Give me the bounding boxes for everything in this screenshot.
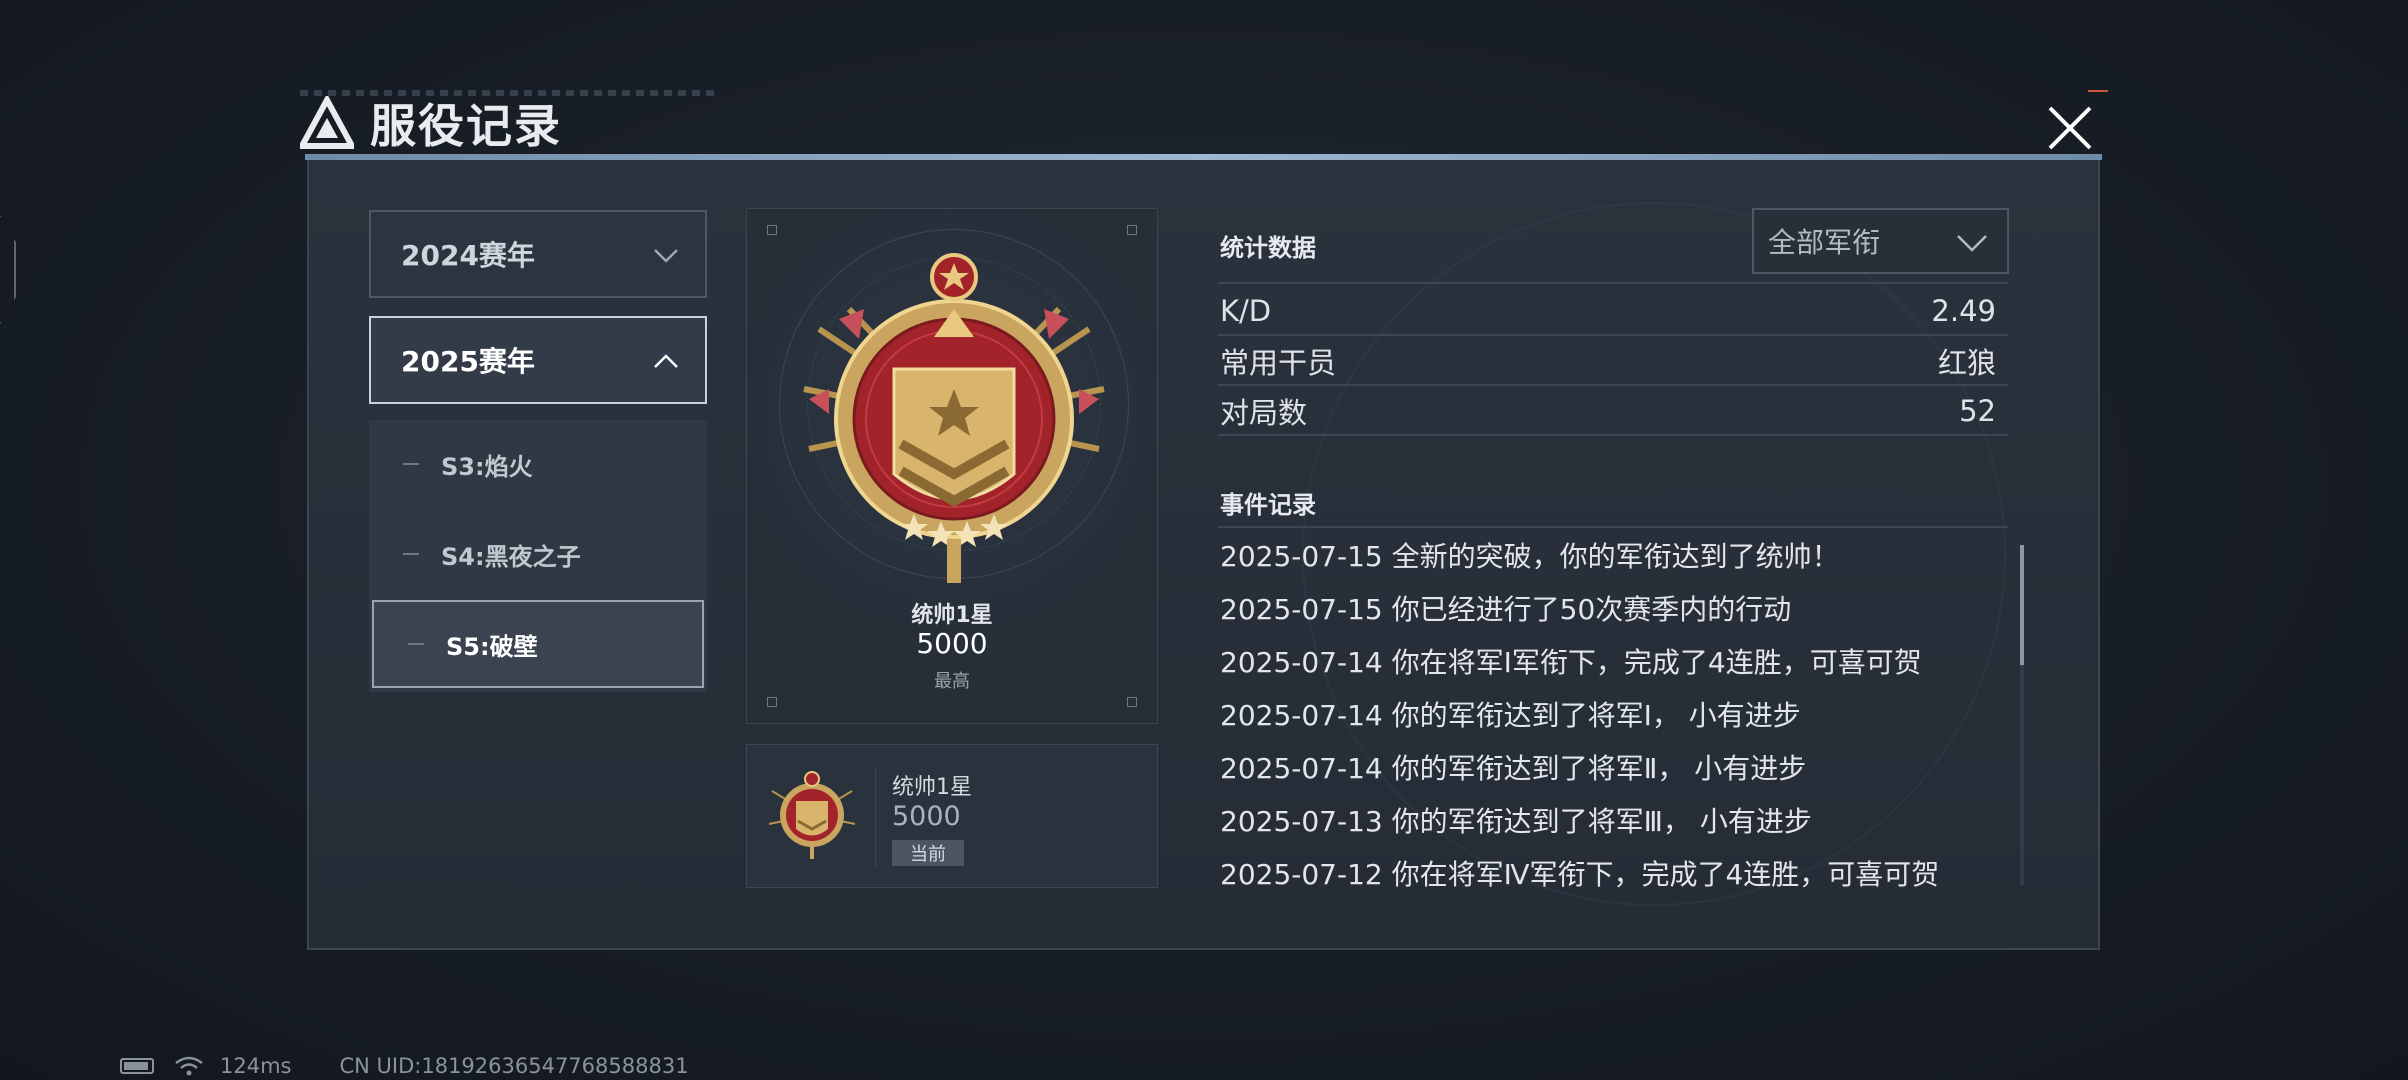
event-item: 2025-07-12 你在将军Ⅳ军衔下，完成了4连胜，可喜可贺: [1220, 857, 1940, 889]
divider: [1218, 334, 2008, 336]
highest-rank-card: 统帅1星 5000 最高: [746, 208, 1158, 724]
season-list: S3:焰火 S4:黑夜之子 S5:破壁: [369, 420, 707, 692]
logo-triangle-icon: [300, 96, 354, 149]
chevron-up-icon: [654, 354, 678, 368]
stat-value: 红狼: [1937, 346, 1996, 380]
stat-row-kd: K/D 2.49: [1220, 287, 1996, 335]
season-item-s3[interactable]: S3:焰火: [369, 420, 707, 508]
season-year-label: 2024赛年: [401, 239, 535, 272]
divider: [1218, 434, 2008, 436]
event-item: 2025-07-14 你在将军Ⅰ军衔下，完成了4连胜，可喜可贺: [1220, 645, 1922, 679]
season-year-2024-button[interactable]: 2024赛年: [369, 210, 707, 298]
stat-value: 52: [1959, 394, 1996, 428]
divider: [875, 767, 876, 867]
close-icon: [2048, 106, 2092, 150]
corner-mark: [1127, 225, 1137, 235]
stat-value: 2.49: [1931, 294, 1996, 328]
event-log-list[interactable]: 2025-07-15 全新的突破，你的军衔达到了统帅！ 2025-07-15 你…: [1220, 528, 2000, 889]
corner-mark: [767, 225, 777, 235]
left-edge-deco: [0, 215, 16, 324]
chevron-down-icon: [654, 249, 678, 263]
divider: [1218, 282, 2008, 284]
highest-rank-score: 5000: [916, 627, 988, 660]
highest-rank-name: 统帅1星: [911, 603, 993, 628]
season-item-s5[interactable]: S5:破壁: [372, 600, 704, 688]
status-bar: 124ms CN UID:18192636547768588831: [120, 1052, 689, 1080]
battery-icon: [120, 1058, 154, 1074]
season-item-s4[interactable]: S4:黑夜之子: [369, 510, 707, 598]
dash-marker: [403, 463, 419, 465]
marshal-badge-icon: [803, 253, 1105, 583]
divider: [1218, 384, 2008, 386]
stat-row-operator: 常用干员 红狼: [1220, 337, 1996, 385]
stat-label: K/D: [1220, 294, 1272, 328]
event-item: 2025-07-15 全新的突破，你的军衔达到了统帅！: [1220, 539, 1840, 573]
events-title: 事件记录: [1220, 491, 1316, 519]
stats-title: 统计数据: [1220, 234, 1316, 262]
wifi-icon: [175, 1056, 203, 1076]
dash-marker: [403, 553, 419, 555]
stat-label: 对局数: [1220, 396, 1308, 430]
header: 服役记录: [300, 88, 562, 158]
event-item: 2025-07-14 你的军衔达到了将军Ⅱ， 小有进步: [1220, 751, 1807, 785]
ping-text: 124ms: [220, 1054, 292, 1078]
season-item-label: S5:破壁: [446, 632, 538, 661]
event-item: 2025-07-14 你的军衔达到了将军Ⅰ， 小有进步: [1220, 698, 1801, 732]
current-rank-score: 5000: [892, 801, 961, 832]
uid-text: CN UID:18192636547768588831: [339, 1054, 689, 1078]
current-rank-name: 统帅1星: [892, 775, 972, 800]
rank-filter-value: 全部军衔: [1768, 226, 1881, 259]
current-rank-card: 统帅1星 5000 当前: [746, 744, 1158, 888]
event-item: 2025-07-13 你的军衔达到了将军Ⅲ， 小有进步: [1220, 804, 1812, 838]
season-item-label: S3:焰火: [441, 452, 533, 481]
corner-mark: [1127, 697, 1137, 707]
page-title: 服役记录: [370, 99, 562, 153]
close-button[interactable]: [2040, 90, 2108, 158]
current-rank-tag: 当前: [892, 840, 964, 866]
highest-rank-tag: 最高: [934, 671, 970, 692]
season-year-label: 2025赛年: [401, 345, 535, 378]
event-item: 2025-07-15 你已经进行了50次赛季内的行动: [1220, 592, 1792, 626]
season-year-2025-button[interactable]: 2025赛年: [369, 316, 707, 404]
scrollbar-thumb[interactable]: [2020, 545, 2024, 665]
event-log-scrollbar[interactable]: [2020, 545, 2024, 885]
stat-row-matches: 对局数 52: [1220, 387, 1996, 435]
chevron-down-icon: [1957, 235, 1987, 252]
rank-filter-dropdown[interactable]: 全部军衔: [1752, 208, 2009, 274]
marshal-badge-small-icon: [768, 771, 856, 859]
stat-label: 常用干员: [1220, 346, 1337, 380]
dash-marker: [408, 643, 424, 645]
corner-mark: [767, 697, 777, 707]
season-item-label: S4:黑夜之子: [441, 542, 581, 571]
panel-top-line: [305, 154, 2102, 160]
